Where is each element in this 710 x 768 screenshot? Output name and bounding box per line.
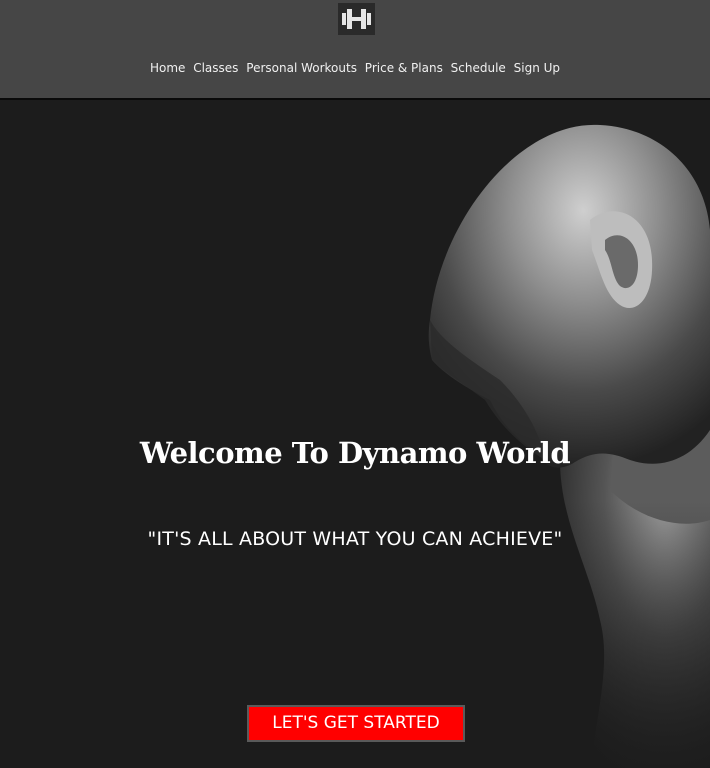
nav-sign-up[interactable]: Sign Up bbox=[514, 61, 560, 75]
main-nav: Home Classes Personal Workouts Price & P… bbox=[0, 61, 710, 75]
nav-classes[interactable]: Classes bbox=[193, 61, 238, 75]
hero-athlete-image bbox=[0, 100, 710, 768]
nav-schedule[interactable]: Schedule bbox=[451, 61, 506, 75]
nav-price-plans[interactable]: Price & Plans bbox=[365, 61, 443, 75]
hero-title: Welcome To Dynamo World bbox=[139, 436, 571, 470]
hero-section: Welcome To Dynamo World "IT'S ALL ABOUT … bbox=[0, 100, 710, 768]
nav-home[interactable]: Home bbox=[150, 61, 185, 75]
site-header: Home Classes Personal Workouts Price & P… bbox=[0, 0, 710, 100]
hero-quote: "IT'S ALL ABOUT WHAT YOU CAN ACHIEVE" bbox=[147, 528, 563, 550]
nav-personal-workouts[interactable]: Personal Workouts bbox=[246, 61, 357, 75]
get-started-button[interactable]: LET'S GET STARTED bbox=[247, 705, 465, 742]
dumbbell-icon[interactable] bbox=[338, 3, 375, 35]
